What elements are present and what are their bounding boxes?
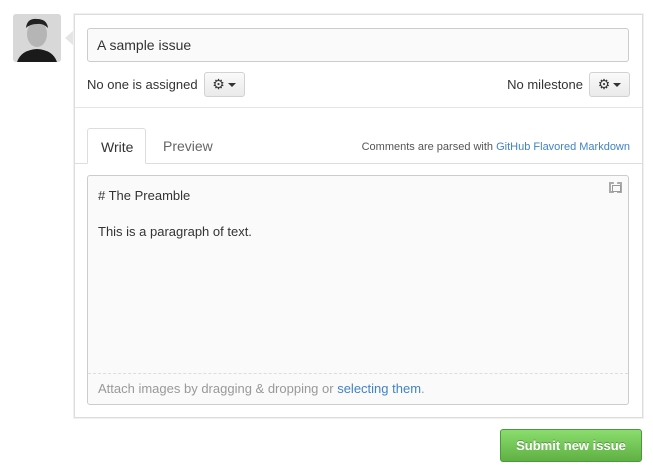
caret-down-icon [613,82,622,87]
caret-down-icon [227,82,236,87]
user-photo-icon [13,14,61,62]
issue-title-input[interactable] [87,28,629,62]
avatar [13,14,61,62]
tab-preview[interactable]: Preview [150,128,226,164]
markdown-hint: Comments are parsed with GitHub Flavored… [362,141,630,153]
hint-text: Comments are parsed with [361,141,497,153]
milestone-text: No milestone [507,77,583,92]
assignee-row: No one is assigned ⚙ [87,72,245,97]
fullscreen-icon[interactable] [609,182,622,193]
comment-body-textarea[interactable]: # The Preamble This is a paragraph of te… [88,176,628,374]
attach-text: Attach images by dragging & dropping or [98,381,338,396]
milestone-gear-button[interactable]: ⚙ [589,72,630,97]
milestone-row: No milestone ⚙ [507,72,630,97]
comment-editor: # The Preamble This is a paragraph of te… [87,175,629,405]
attach-images-area[interactable]: Attach images by dragging & dropping or … [88,373,628,404]
markdown-link[interactable]: GitHub Flavored Markdown [496,141,630,153]
assignee-text: No one is assigned [87,77,198,92]
select-files-link[interactable]: selecting them [337,381,421,396]
attach-suffix: . [421,381,425,396]
assignee-gear-button[interactable]: ⚙ [203,72,245,97]
submit-new-issue-button[interactable]: Submit new issue [500,429,642,462]
tab-write[interactable]: Write [87,128,146,164]
gear-icon: ⚙ [597,76,611,92]
editor-tabs: Write Preview Comments are parsed with G… [75,128,642,164]
gear-icon: ⚙ [212,76,225,92]
divider [75,107,642,108]
new-issue-form: No one is assigned ⚙ No milestone ⚙ Writ… [74,14,643,418]
comment-pointer [65,30,74,46]
